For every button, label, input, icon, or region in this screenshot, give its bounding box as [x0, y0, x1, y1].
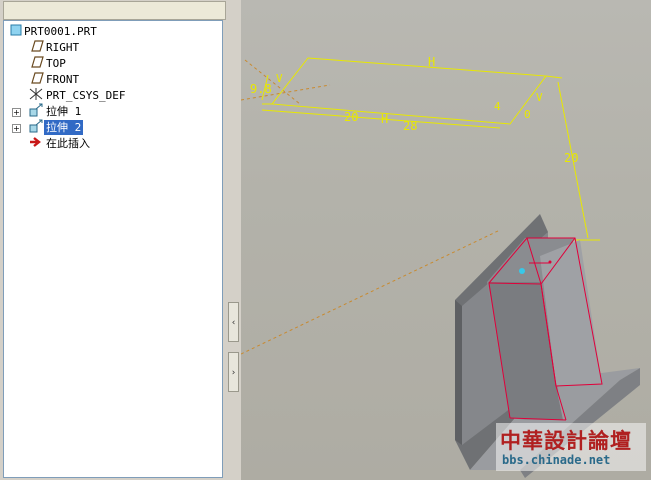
tree-item-label: 在此插入: [46, 137, 90, 150]
dimension-label[interactable]: H: [428, 55, 435, 69]
dimension-label[interactable]: 28: [403, 119, 417, 133]
dimension-label[interactable]: 9.8: [250, 82, 272, 96]
tree-item-extrude-1[interactable]: 拉伸 1: [28, 103, 83, 119]
tree-item-label: TOP: [46, 57, 66, 70]
watermark: 中華設計論壇 bbs.chinade.net: [496, 423, 646, 471]
dimension-label[interactable]: H: [381, 112, 388, 126]
insert-here-arrow-icon: [28, 136, 44, 152]
dimension-label[interactable]: 4: [494, 100, 501, 113]
watermark-text: 中華設計論壇: [500, 429, 632, 453]
sketch-point-marker: [548, 260, 552, 264]
model-tree: PRT0001.PRT RIGHT TOP FRONT PRT_CSYS_DEF…: [3, 20, 223, 478]
tree-item-label: RIGHT: [46, 41, 80, 54]
tree-item-label: FRONT: [46, 73, 80, 86]
model-tree-panel: PRT0001.PRT RIGHT TOP FRONT PRT_CSYS_DEF…: [0, 0, 234, 480]
expand-panel-button[interactable]: ›: [228, 352, 239, 392]
watermark-url: bbs.chinade.net: [502, 453, 611, 467]
collapse-panel-button[interactable]: ‹: [228, 302, 239, 342]
tree-item-label: PRT0001.PRT: [24, 25, 97, 38]
datum-plane-icon: [28, 71, 44, 88]
tree-item-insert-here[interactable]: 在此插入: [28, 136, 92, 151]
sketch-section: [261, 57, 600, 241]
graphics-viewport[interactable]: H 9.8 V 20 H 28 4 V 0 20: [241, 0, 651, 480]
tree-item-right[interactable]: RIGHT: [28, 39, 81, 56]
extrude-icon: [28, 119, 44, 137]
model-tree-header: [3, 1, 226, 20]
tree-item-csys[interactable]: PRT_CSYS_DEF: [28, 87, 127, 103]
tree-item-label: PRT_CSYS_DEF: [46, 89, 126, 102]
panel-divider: [234, 0, 241, 480]
model-canvas: H 9.8 V 20 H 28 4 V 0 20: [241, 55, 640, 478]
tree-item-top[interactable]: TOP: [28, 55, 68, 72]
expand-toggle[interactable]: +: [12, 108, 21, 117]
dimension-label[interactable]: 20: [564, 151, 578, 165]
dimension-label[interactable]: V: [276, 72, 283, 85]
datum-plane-icon: [28, 55, 44, 72]
tree-item-front[interactable]: FRONT: [28, 71, 81, 88]
dimension-label[interactable]: 20: [344, 110, 358, 124]
part-icon: [10, 24, 22, 40]
tree-item-label: 拉伸 2: [44, 120, 84, 135]
dimension-label[interactable]: V: [536, 91, 543, 104]
tree-item-part[interactable]: PRT0001.PRT: [10, 24, 99, 39]
datum-plane-icon: [28, 39, 44, 56]
expand-toggle[interactable]: +: [12, 124, 21, 133]
tree-item-label: 拉伸 1: [46, 105, 82, 118]
datum-point-marker: [519, 268, 525, 274]
dimension-label[interactable]: 0: [524, 108, 531, 121]
tree-item-extrude-2[interactable]: 拉伸 2: [28, 119, 84, 137]
